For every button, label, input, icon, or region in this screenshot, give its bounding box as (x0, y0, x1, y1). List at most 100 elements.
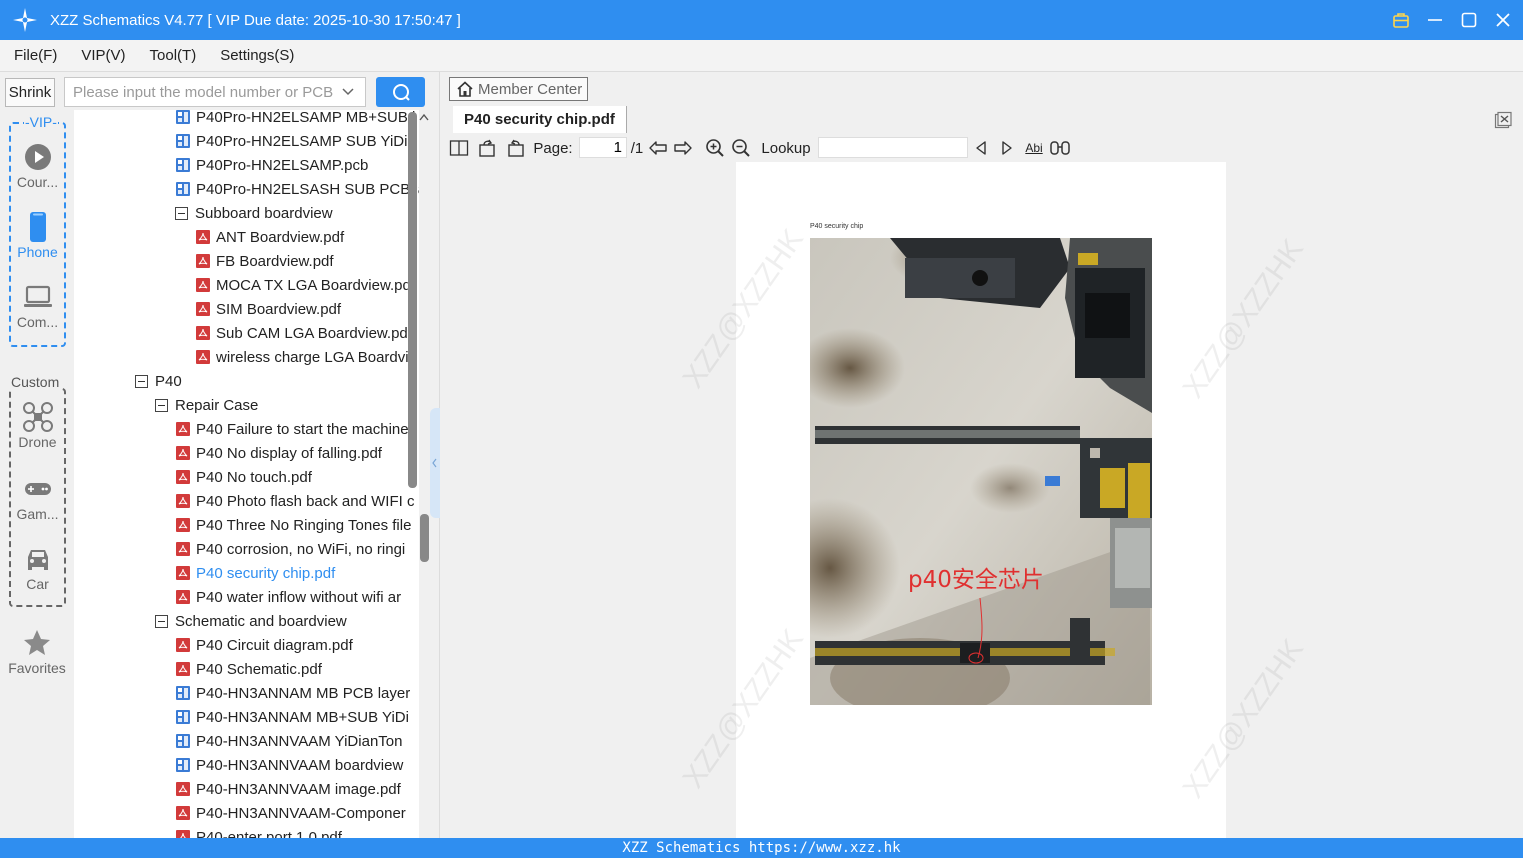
tree-scrollbar-inner[interactable] (408, 112, 417, 488)
tree-item[interactable]: P40 corrosion, no WiFi, no ringi (176, 537, 405, 561)
tree-item[interactable]: P40 water inflow without wifi ar (176, 585, 401, 609)
rail-item-favorites[interactable]: Favorites (2, 626, 72, 676)
tree-item[interactable]: Sub CAM LGA Boardview.pdf (196, 321, 412, 345)
tree-item-selected[interactable]: P40 security chip.pdf (176, 561, 335, 585)
tree-item[interactable]: MOCA TX LGA Boardview.pd (196, 273, 411, 297)
menu-tool[interactable]: Tool(T) (146, 47, 201, 64)
collapse-toggle-icon[interactable] (155, 614, 168, 628)
rail-item-course[interactable]: Cour... (9, 140, 66, 190)
zoom-in-icon (706, 139, 724, 157)
rail-item-phone[interactable]: Phone (9, 210, 66, 260)
two-page-view-button[interactable] (449, 137, 469, 159)
pcb-file-icon (176, 110, 190, 124)
vip-bag-icon[interactable] (1391, 10, 1411, 30)
match-case-button[interactable]: Abi (1023, 137, 1045, 159)
arrow-right-icon (674, 141, 692, 155)
tree-item[interactable]: P40-HN3ANNVAAM-Componer (176, 801, 406, 825)
tree-item[interactable]: P40 Failure to start the machine (176, 417, 409, 441)
tree-item-label: P40 Failure to start the machine (196, 420, 409, 438)
rail-item-car[interactable]: Car (9, 542, 66, 592)
find-previous-button[interactable] (972, 137, 990, 159)
tree-item[interactable]: FB Boardview.pdf (196, 249, 334, 273)
file-tree: P40Pro-HN2ELSAMP MB+SUB l P40Pro-HN2ELSA… (74, 110, 419, 838)
minimize-button[interactable] (1425, 10, 1445, 30)
menu-settings[interactable]: Settings(S) (216, 47, 298, 64)
pdf-file-icon (176, 542, 190, 556)
tree-item[interactable]: P40 No display of falling.pdf (176, 441, 382, 465)
pcb-file-icon (176, 182, 190, 196)
tree-item[interactable]: P40 Three No Ringing Tones file (176, 513, 411, 537)
scroll-up-arrow-icon[interactable] (419, 112, 429, 124)
tree-item[interactable]: P40 Schematic.pdf (176, 657, 322, 681)
tree-item-label: Sub CAM LGA Boardview.pdf (216, 324, 412, 342)
tree-folder[interactable]: Schematic and boardview (155, 609, 347, 633)
tree-item[interactable]: SIM Boardview.pdf (196, 297, 341, 321)
tree-folder[interactable]: P40 (135, 369, 182, 393)
pdf-file-icon (176, 806, 190, 820)
tab-active-document[interactable]: P40 security chip.pdf (453, 106, 627, 133)
tree-folder[interactable]: Repair Case (155, 393, 258, 417)
tree-item[interactable]: P40Pro-HN2ELSAMP SUB YiDia (176, 129, 416, 153)
tree-item[interactable]: P40-HN3ANNVAAM YiDianTon (176, 729, 402, 753)
search-button[interactable] (376, 77, 425, 107)
splitter-handle[interactable] (430, 408, 440, 518)
triangle-left-icon (976, 141, 986, 155)
rotate-left-button[interactable] (478, 137, 498, 159)
tree-item-label: P40 Three No Ringing Tones file (196, 516, 412, 534)
pcb-file-icon (176, 734, 190, 748)
menu-file[interactable]: File(F) (10, 47, 61, 64)
tree-item-label: SIM Boardview.pdf (216, 300, 342, 318)
tree-item-label: P40Pro-HN2ELSAMP.pcb (196, 156, 369, 174)
tree-scrollbar-outer[interactable] (420, 514, 429, 562)
rail-item-computer[interactable]: Com... (9, 280, 66, 330)
lookup-input[interactable] (818, 137, 968, 158)
tree-item[interactable]: ANT Boardview.pdf (196, 225, 344, 249)
tree-item[interactable]: P40-HN3ANNVAAM boardview (176, 753, 403, 777)
tree-item[interactable]: P40-HN3ANNAM MB PCB layer (176, 681, 410, 705)
next-page-button[interactable] (673, 137, 693, 159)
page-number-input[interactable] (579, 137, 627, 158)
close-button[interactable] (1493, 10, 1513, 30)
pcb-file-icon (176, 758, 190, 772)
tree-item[interactable]: P40-enter port 1.0.pdf (176, 825, 342, 838)
pcb-file-icon (176, 158, 190, 172)
collapse-toggle-icon[interactable] (135, 374, 148, 388)
tree-item[interactable]: P40Pro-HN2ELSAMP.pcb (176, 153, 368, 177)
tree-folder-label: P40 (155, 372, 182, 390)
collapse-toggle-icon[interactable] (155, 398, 168, 412)
tree-item[interactable]: P40Pro-HN2ELSAMP MB+SUB l (176, 110, 415, 129)
rail-item-label: Favorites (8, 660, 66, 676)
close-tab-icon[interactable] (1494, 111, 1512, 129)
rail-item-label: Car (26, 576, 49, 592)
rail-item-game[interactable]: Gam... (9, 472, 66, 522)
rotate-right-button[interactable] (505, 137, 525, 159)
tree-item[interactable]: P40-HN3ANNAM MB+SUB YiDi (176, 705, 409, 729)
collapse-toggle-icon[interactable] (175, 206, 188, 220)
zoom-out-button[interactable] (731, 137, 751, 159)
rail-item-drone[interactable]: Drone (9, 400, 66, 450)
menu-vip[interactable]: VIP(V) (77, 47, 129, 64)
search-input[interactable] (64, 77, 366, 107)
tree-item[interactable]: P40 Circuit diagram.pdf (176, 633, 353, 657)
tree-item[interactable]: P40-HN3ANNVAAM image.pdf (176, 777, 401, 801)
member-center-button[interactable]: Member Center (449, 77, 588, 101)
lookup-label: Lookup (761, 139, 811, 157)
shrink-button[interactable]: Shrink (5, 78, 55, 107)
app-logo-icon (10, 5, 40, 35)
pdf-file-icon (176, 638, 190, 652)
previous-page-button[interactable] (648, 137, 668, 159)
tree-item-label: P40 security chip.pdf (196, 564, 336, 582)
find-next-button[interactable] (998, 137, 1016, 159)
search-icon (392, 84, 410, 101)
find-all-button[interactable] (1049, 137, 1071, 159)
phone-icon (27, 210, 49, 244)
tree-item[interactable]: P40 Photo flash back and WIFI c (176, 489, 414, 513)
tree-item-label: P40Pro-HN2ELSAMP MB+SUB l (196, 110, 416, 126)
tree-item[interactable]: P40Pro-HN2ELSASH SUB PCB la (176, 177, 419, 201)
tree-item[interactable]: wireless charge LGA Boardvie (196, 345, 417, 369)
chevron-down-icon[interactable] (340, 84, 356, 100)
tree-folder[interactable]: Subboard boardview (175, 201, 333, 225)
maximize-button[interactable] (1459, 10, 1479, 30)
zoom-in-button[interactable] (705, 137, 725, 159)
tree-item[interactable]: P40 No touch.pdf (176, 465, 312, 489)
